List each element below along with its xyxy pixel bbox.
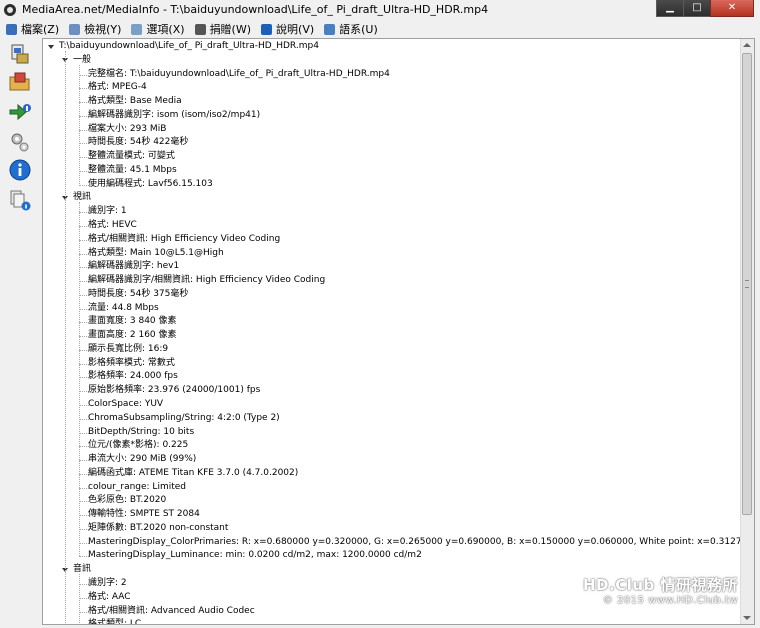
tree-item[interactable]: 識別字: 2 [88, 577, 127, 590]
title-bar: MediaArea.net/MediaInfo - T:\baiduyundow… [0, 0, 760, 20]
tree-root-file[interactable]: T:\baiduyundownload\Life_of_ Pi_draft_Ul… [59, 40, 319, 53]
settings-icon[interactable] [8, 130, 32, 154]
scroll-thumb[interactable] [742, 53, 752, 515]
close-button[interactable]: ✕ [710, 0, 754, 17]
left-toolbar [0, 38, 40, 628]
scroll-up-icon[interactable] [743, 43, 751, 47]
tree-item[interactable]: 整體流量: 45.1 Mbps [88, 164, 177, 177]
menu-item[interactable]: 語系(U) [324, 21, 378, 37]
tree-item[interactable]: 編解碼器識別字: hev1 [88, 260, 179, 273]
tree-item[interactable]: 編解碼器識別字/相關資訊: High Efficiency Video Codi… [88, 274, 325, 287]
tree-item[interactable]: 編解碼器識別字: isom (isom/iso2/mp41) [88, 109, 260, 122]
donate-icon [194, 23, 206, 35]
tree-item[interactable]: 格式: MPEG-4 [88, 81, 147, 94]
tree-item[interactable]: 時間長度: 54秒 375毫秒 [88, 288, 188, 301]
menu-item[interactable]: 捐贈(W) [194, 21, 252, 37]
menu-item-label: 捐贈(W) [209, 23, 252, 36]
info-panel: T:\baiduyundownload\Life_of_ Pi_draft_Ul… [42, 38, 755, 625]
tree-item[interactable]: 畫面高度: 2 160 像素 [88, 329, 177, 342]
tree-item[interactable]: 畫面寬度: 3 840 像素 [88, 315, 177, 328]
tree-item[interactable]: 位元/(像素*影格): 0.225 [88, 439, 188, 452]
menu-item-label: 說明(V) [276, 23, 315, 36]
info-tree: T:\baiduyundownload\Life_of_ Pi_draft_Ul… [43, 39, 740, 624]
tree-item[interactable]: ColorSpace: YUV [88, 398, 163, 411]
tree-item[interactable]: 串流大小: 290 MiB (99%) [88, 453, 196, 466]
tree-item[interactable]: 影格頻率模式: 常數式 [88, 357, 175, 370]
tree-item[interactable]: 使用編碼程式: Lavf56.15.103 [88, 178, 213, 191]
mediainfo-app-icon [4, 4, 16, 16]
minimize-button[interactable]: ▁ [656, 0, 684, 17]
tree-item[interactable]: ChromaSubsampling/String: 4:2:0 (Type 2) [88, 412, 280, 425]
menu-item-label: 選項(X) [146, 23, 185, 36]
menu-item[interactable]: 檔案(Z) [6, 21, 59, 37]
knowledge-base-icon[interactable] [8, 188, 32, 212]
menu-item-label: 檢視(Y) [84, 23, 122, 36]
file-icon [6, 23, 17, 35]
open-folder-icon[interactable] [8, 70, 32, 94]
tree-item[interactable]: 原始影格頻率: 23.976 (24000/1001) fps [88, 384, 260, 397]
menu-item[interactable]: 選項(X) [131, 21, 185, 37]
scroll-grip-icon [745, 280, 749, 288]
tree-item[interactable]: colour_range: Limited [88, 481, 186, 494]
view-icon [69, 23, 81, 35]
tree-item[interactable]: 顯示長寬比例: 16:9 [88, 343, 168, 356]
vertical-scrollbar[interactable] [740, 39, 754, 624]
tree-item[interactable]: MasteringDisplay_Luminance: min: 0.0200 … [88, 549, 422, 562]
about-icon[interactable] [8, 158, 32, 182]
tree-item[interactable]: 整體流量模式: 可變式 [88, 150, 175, 163]
tree-section-header[interactable]: 一般 [73, 54, 91, 67]
menu-item[interactable]: 檢視(Y) [69, 21, 121, 37]
tree-item[interactable]: BitDepth/String: 10 bits [88, 426, 194, 439]
tree-section-header[interactable]: 視訊 [73, 191, 91, 204]
tree-item[interactable]: 格式/相關資訊: Advanced Audio Codec [88, 605, 255, 618]
tree-item[interactable]: 影格頻率: 24.000 fps [88, 370, 178, 383]
tree-item[interactable]: 格式/相關資訊: High Efficiency Video Coding [88, 233, 280, 246]
tree-item[interactable]: 傳輸特性: SMPTE ST 2084 [88, 508, 200, 521]
tree-item[interactable]: 流量: 44.8 Mbps [88, 302, 159, 315]
window-controls: ▁ □ ✕ [656, 0, 754, 17]
menu-bar: 檔案(Z) 檢視(Y) 選項(X) 捐贈(W) 說明(V) 語系(U) [0, 20, 760, 38]
window-title: MediaArea.net/MediaInfo - T:\baiduyundow… [22, 3, 489, 16]
tree-item[interactable]: 格式類型: Base Media [88, 95, 182, 108]
tree-item[interactable]: 色彩原色: BT.2020 [88, 494, 166, 507]
help-icon [261, 23, 273, 35]
options-icon [131, 23, 143, 35]
scroll-down-icon[interactable] [743, 616, 751, 620]
tree-item[interactable]: 檔案大小: 293 MiB [88, 123, 166, 136]
open-file-icon[interactable] [8, 42, 32, 66]
tree-item[interactable]: 識別字: 1 [88, 205, 127, 218]
menu-item-label: 檔案(Z) [21, 23, 60, 36]
tree-item[interactable]: 編碼函式庫: ATEME Titan KFE 3.7.0 (4.7.0.2002… [88, 467, 298, 480]
language-icon [324, 23, 336, 35]
tree-item[interactable]: 格式: AAC [88, 591, 131, 604]
tree-item[interactable]: 完整檔名: T:\baiduyundownload\Life_of_ Pi_dr… [88, 68, 390, 81]
expand-toggle-icon[interactable] [48, 44, 54, 49]
menu-item-label: 語系(U) [339, 23, 378, 36]
tree-item[interactable]: 格式類型: LC [88, 618, 141, 624]
mediainfo-window: MediaArea.net/MediaInfo - T:\baiduyundow… [0, 0, 760, 628]
tree-item[interactable]: 格式類型: Main 10@L5.1@High [88, 247, 224, 260]
tree-item[interactable]: 格式: HEVC [88, 219, 137, 232]
menu-item[interactable]: 說明(V) [261, 21, 314, 37]
tree-item[interactable]: MasteringDisplay_ColorPrimaries: R: x=0.… [88, 536, 740, 549]
tree-item[interactable]: 時間長度: 54秒 422毫秒 [88, 136, 188, 149]
export-icon[interactable] [8, 100, 32, 124]
maximize-button[interactable]: □ [683, 0, 711, 17]
tree-item[interactable]: 矩陣係數: BT.2020 non-constant [88, 522, 228, 535]
tree-section-header[interactable]: 音訊 [73, 563, 91, 576]
